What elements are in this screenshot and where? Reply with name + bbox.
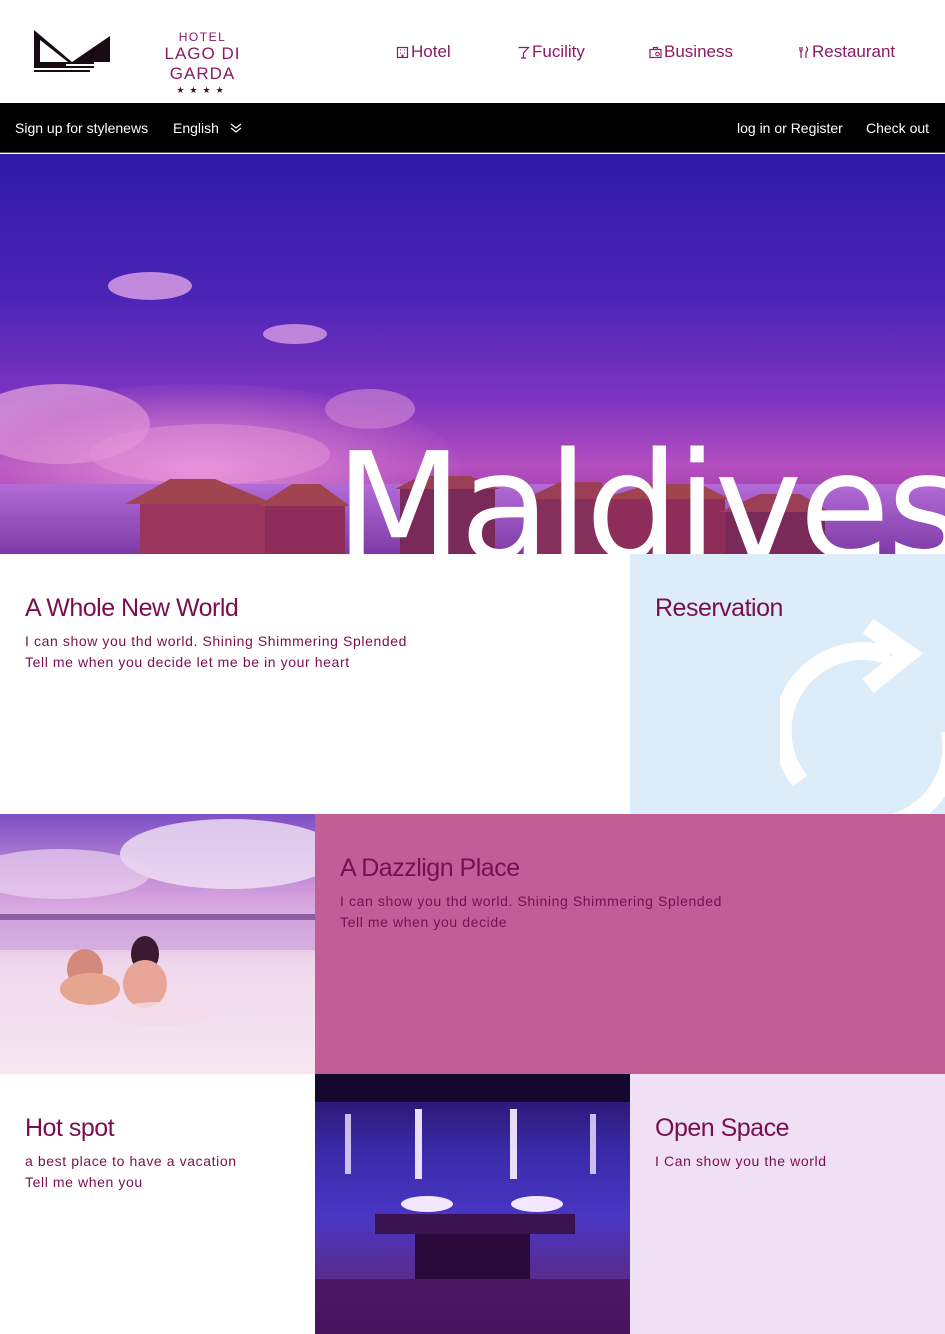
building-icon (396, 46, 409, 58)
nav-facility-label: Fucility (532, 42, 585, 61)
tile-whole-new-world[interactable]: A Whole New World I can show you thd wor… (0, 554, 630, 814)
tile-whole-new-world-title: A Whole New World (25, 594, 239, 622)
site-header: HOTEL LAGO DI GARDA ★★★★ Hotel Fucility … (0, 0, 945, 103)
tile-reservation-title: Reservation (655, 594, 783, 622)
tile-dazzling-place-title: A Dazzlign Place (340, 854, 520, 882)
nav-hotel[interactable]: Hotel (396, 40, 451, 64)
tile-hot-spot-line-1: a best place to have a vacation (25, 1153, 237, 1169)
tile-hot-spot-title: Hot spot (25, 1114, 115, 1142)
tile-hot-spot-text: a best place to have a vacation Tell me … (25, 1151, 237, 1193)
tile-open-space[interactable]: Open Space I Can show you the world (630, 1074, 945, 1334)
tile-open-space-line-1: I Can show you the world (655, 1153, 827, 1169)
cocktail-icon (518, 46, 530, 59)
language-selector[interactable]: English (173, 120, 219, 136)
tile-open-space-text: I Can show you the world (655, 1151, 827, 1172)
logo-star-rating: ★★★★ (176, 85, 229, 95)
logo-hotel-name: LAGO DI GARDA (164, 44, 241, 83)
briefcase-icon (649, 46, 662, 58)
nav-business[interactable]: Business (649, 40, 733, 64)
beach-couple-photo (0, 814, 315, 1074)
tile-reservation[interactable]: Reservation (630, 554, 945, 814)
tile-hot-spot[interactable]: Hot spot a best place to have a vacation… (0, 1074, 315, 1334)
tile-whole-new-world-line-1: I can show you thd world. Shining Shimme… (25, 633, 407, 649)
hotel-logo-text[interactable]: HOTEL LAGO DI GARDA ★★★★ (130, 30, 275, 96)
tile-dazzling-place-text: I can show you thd world. Shining Shimme… (340, 891, 722, 933)
tile-hot-spot-line-2: Tell me when you (25, 1174, 143, 1190)
nav-facility[interactable]: Fucility (517, 40, 585, 64)
nav-restaurant-label: Restaurant (812, 42, 896, 61)
utensils-icon (799, 45, 809, 58)
utility-bar: Sign up for stylenews English log in or … (0, 103, 945, 153)
tile-dazzling-place-line-1: I can show you thd world. Shining Shimme… (340, 893, 722, 909)
underwater-room-photo (315, 1074, 630, 1334)
checkout-link[interactable]: Check out (866, 120, 929, 136)
hero-title: Maldives (335, 421, 945, 554)
tile-dazzling-place-line-2: Tell me when you decide (340, 914, 508, 930)
refresh-icon (780, 618, 945, 814)
underwater-room-image (315, 1074, 630, 1334)
tile-open-space-title: Open Space (655, 1114, 790, 1142)
nav-business-label: Business (664, 42, 733, 61)
logo-hotel-word: HOTEL (178, 30, 227, 44)
newsletter-signup-link[interactable]: Sign up for stylenews (15, 120, 148, 136)
login-register-link[interactable]: log in or Register (737, 120, 843, 136)
chevron-down-icon[interactable] (229, 121, 243, 133)
hero-banner: Maldives (0, 154, 945, 554)
nav-restaurant[interactable]: Restaurant (797, 40, 895, 64)
tile-dazzling-place[interactable]: A Dazzlign Place I can show you thd worl… (315, 814, 945, 1074)
hotel-logo-icon[interactable] (32, 28, 116, 76)
tile-whole-new-world-text: I can show you thd world. Shining Shimme… (25, 631, 407, 673)
beach-couple-image (0, 819, 315, 1026)
nav-hotel-label: Hotel (411, 42, 451, 61)
tile-whole-new-world-line-2: Tell me when you decide let me be in you… (25, 654, 350, 670)
